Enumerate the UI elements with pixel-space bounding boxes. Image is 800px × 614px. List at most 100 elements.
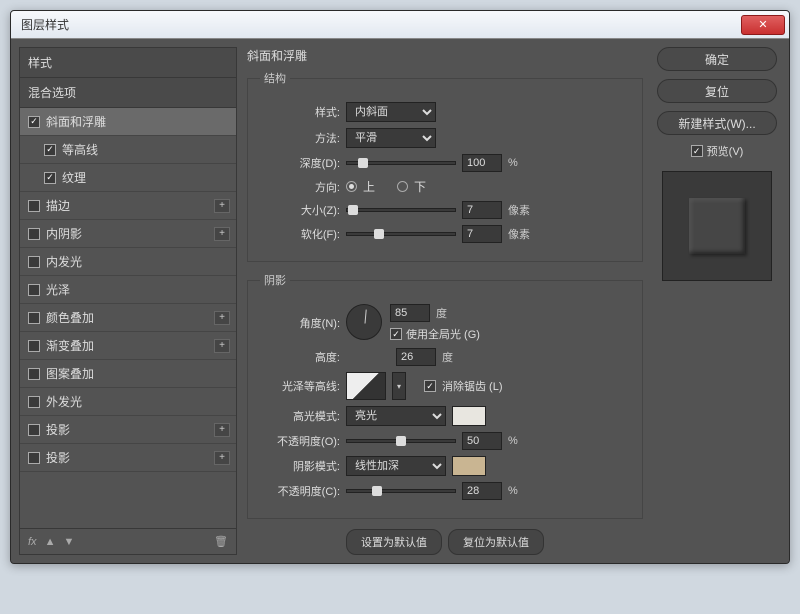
highlight-color-swatch[interactable] bbox=[452, 406, 486, 426]
style-item-9[interactable]: 图案叠加 bbox=[20, 360, 236, 388]
action-panel: 确定 复位 新建样式(W)... 预览(V) bbox=[653, 47, 781, 555]
highlight-opacity-slider[interactable] bbox=[346, 439, 456, 443]
soften-slider[interactable] bbox=[346, 232, 456, 236]
preview-label: 预览(V) bbox=[707, 143, 744, 159]
style-item-label: 投影 bbox=[46, 421, 70, 438]
direction-label: 方向: bbox=[260, 179, 340, 195]
shadow-opacity-input[interactable] bbox=[462, 482, 502, 500]
style-checkbox[interactable] bbox=[28, 452, 40, 464]
highlight-opacity-input[interactable] bbox=[462, 432, 502, 450]
style-item-12[interactable]: 投影+ bbox=[20, 444, 236, 472]
shadow-color-swatch[interactable] bbox=[452, 456, 486, 476]
trash-icon[interactable]: 🗑 bbox=[214, 535, 228, 548]
shadow-mode-select[interactable]: 线性加深 bbox=[346, 456, 446, 476]
style-item-label: 光泽 bbox=[46, 281, 70, 298]
soften-input[interactable] bbox=[462, 225, 502, 243]
add-effect-icon[interactable]: + bbox=[214, 451, 230, 465]
preview-box bbox=[662, 171, 772, 281]
style-label: 样式: bbox=[260, 104, 340, 120]
soften-label: 软化(F): bbox=[260, 226, 340, 242]
technique-select[interactable]: 平滑 bbox=[346, 128, 436, 148]
angle-input[interactable] bbox=[390, 304, 430, 322]
altitude-unit: 度 bbox=[442, 349, 453, 365]
highlight-opacity-label: 不透明度(O): bbox=[260, 433, 340, 449]
close-button[interactable]: ✕ bbox=[741, 15, 785, 35]
direction-down-label: 下 bbox=[414, 178, 426, 195]
style-item-10[interactable]: 外发光 bbox=[20, 388, 236, 416]
highlight-mode-label: 高光模式: bbox=[260, 408, 340, 424]
global-light-checkbox[interactable] bbox=[390, 328, 402, 340]
style-item-label: 外发光 bbox=[46, 393, 82, 410]
style-checkbox[interactable] bbox=[28, 424, 40, 436]
style-select[interactable]: 内斜面 bbox=[346, 102, 436, 122]
depth-slider[interactable] bbox=[346, 161, 456, 165]
style-checkbox[interactable] bbox=[28, 284, 40, 296]
style-item-7[interactable]: 颜色叠加+ bbox=[20, 304, 236, 332]
shadow-mode-label: 阴影模式: bbox=[260, 458, 340, 474]
cancel-button[interactable]: 复位 bbox=[657, 79, 777, 103]
altitude-input[interactable] bbox=[396, 348, 436, 366]
highlight-mode-select[interactable]: 亮光 bbox=[346, 406, 446, 426]
angle-unit: 度 bbox=[436, 305, 447, 321]
style-checkbox[interactable] bbox=[28, 396, 40, 408]
shadow-opacity-label: 不透明度(C): bbox=[260, 483, 340, 499]
size-input[interactable] bbox=[462, 201, 502, 219]
style-checkbox[interactable] bbox=[28, 200, 40, 212]
style-item-8[interactable]: 渐变叠加+ bbox=[20, 332, 236, 360]
style-checkbox[interactable] bbox=[28, 312, 40, 324]
style-checkbox[interactable] bbox=[28, 116, 40, 128]
style-item-11[interactable]: 投影 + bbox=[20, 416, 236, 444]
style-item-label: 内发光 bbox=[46, 253, 82, 270]
size-slider[interactable] bbox=[346, 208, 456, 212]
fx-label[interactable]: fx bbox=[28, 536, 37, 548]
new-style-button[interactable]: 新建样式(W)... bbox=[657, 111, 777, 135]
style-item-4[interactable]: 内阴影+ bbox=[20, 220, 236, 248]
add-effect-icon[interactable]: + bbox=[214, 339, 230, 353]
style-checkbox[interactable] bbox=[44, 144, 56, 156]
direction-up-radio[interactable] bbox=[346, 181, 357, 192]
structure-group: 结构 样式: 内斜面 方法: 平滑 深度(D): % 方向: bbox=[247, 70, 643, 262]
style-checkbox[interactable] bbox=[44, 172, 56, 184]
style-item-label: 纹理 bbox=[62, 169, 86, 186]
make-default-button[interactable]: 设置为默认值 bbox=[346, 529, 442, 555]
depth-label: 深度(D): bbox=[260, 155, 340, 171]
style-checkbox[interactable] bbox=[28, 368, 40, 380]
style-list: 斜面和浮雕等高线纹理描边+内阴影+ 内发光光泽颜色叠加+渐变叠加+图案叠加外发光投… bbox=[19, 108, 237, 529]
gloss-contour[interactable] bbox=[346, 372, 386, 400]
contour-dropdown[interactable]: ▾ bbox=[392, 372, 406, 400]
arrow-down-icon[interactable]: ▼ bbox=[63, 536, 74, 548]
style-item-5[interactable]: 内发光 bbox=[20, 248, 236, 276]
depth-unit: % bbox=[508, 157, 518, 169]
altitude-label: 高度: bbox=[260, 349, 340, 365]
technique-label: 方法: bbox=[260, 130, 340, 146]
style-checkbox[interactable] bbox=[28, 228, 40, 240]
style-item-6[interactable]: 光泽 bbox=[20, 276, 236, 304]
layer-style-dialog: 图层样式 ✕ 样式 混合选项 斜面和浮雕等高线纹理描边+内阴影+ 内发光光泽颜色叠… bbox=[10, 10, 790, 564]
style-item-0[interactable]: 斜面和浮雕 bbox=[20, 108, 236, 136]
shadow-opacity-slider[interactable] bbox=[346, 489, 456, 493]
window-title: 图层样式 bbox=[21, 16, 69, 33]
depth-input[interactable] bbox=[462, 154, 502, 172]
arrow-up-icon[interactable]: ▲ bbox=[45, 536, 56, 548]
gloss-label: 光泽等高线: bbox=[260, 378, 340, 394]
style-checkbox[interactable] bbox=[28, 340, 40, 352]
styles-header[interactable]: 样式 bbox=[19, 47, 237, 78]
ok-button[interactable]: 确定 bbox=[657, 47, 777, 71]
style-checkbox[interactable] bbox=[28, 256, 40, 268]
antialias-checkbox[interactable] bbox=[424, 380, 436, 392]
add-effect-icon[interactable]: + bbox=[214, 227, 230, 241]
add-effect-icon[interactable]: + bbox=[214, 423, 230, 437]
shading-group: 阴影 角度(N): 度 使用全局光 (G) bbox=[247, 272, 643, 519]
direction-up-label: 上 bbox=[363, 178, 375, 195]
reset-default-button[interactable]: 复位为默认值 bbox=[448, 529, 544, 555]
preview-checkbox[interactable] bbox=[691, 145, 703, 157]
style-item-1[interactable]: 等高线 bbox=[20, 136, 236, 164]
blend-options[interactable]: 混合选项 bbox=[19, 78, 237, 108]
direction-down-radio[interactable] bbox=[397, 181, 408, 192]
style-item-3[interactable]: 描边+ bbox=[20, 192, 236, 220]
angle-dial[interactable] bbox=[346, 304, 382, 340]
add-effect-icon[interactable]: + bbox=[214, 311, 230, 325]
style-item-2[interactable]: 纹理 bbox=[20, 164, 236, 192]
add-effect-icon[interactable]: + bbox=[214, 199, 230, 213]
effects-toolbar: fx ▲ ▼ 🗑 bbox=[19, 529, 237, 555]
